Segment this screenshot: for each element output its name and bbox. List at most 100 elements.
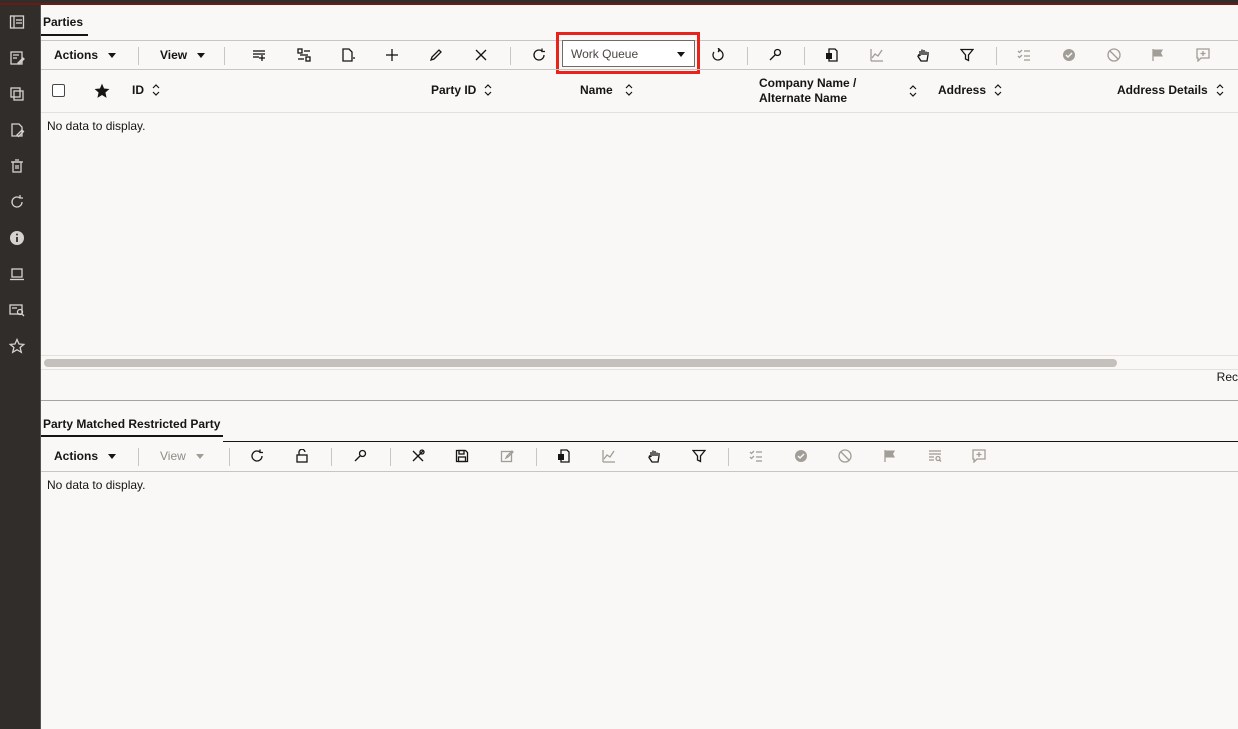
info-icon[interactable] xyxy=(8,229,26,247)
matched-title-underline xyxy=(41,435,223,437)
comment-add-icon[interactable] xyxy=(1193,41,1213,69)
add-icon[interactable] xyxy=(382,41,402,69)
actions-label: Actions xyxy=(54,48,99,62)
records-status-text: Rec xyxy=(1216,370,1238,384)
approve-icon[interactable] xyxy=(1059,41,1079,69)
reject-icon[interactable] xyxy=(835,442,855,470)
sort-icon[interactable] xyxy=(1216,84,1224,96)
checklist-icon[interactable] xyxy=(1014,41,1034,69)
reject-icon[interactable] xyxy=(1104,41,1124,69)
column-header-address-details[interactable]: Address Details xyxy=(1117,83,1224,97)
chevron-down-icon xyxy=(197,52,206,58)
actions-label: Actions xyxy=(54,449,99,463)
toolbar-separator xyxy=(747,47,748,65)
document-edit-icon[interactable] xyxy=(8,121,26,139)
column-header-name[interactable]: Name xyxy=(580,83,633,97)
column-label: Name xyxy=(580,83,613,97)
laptop-icon[interactable] xyxy=(8,265,26,283)
actions-menu-button[interactable]: Actions xyxy=(54,41,117,69)
reload-icon[interactable] xyxy=(708,41,728,69)
filter-icon[interactable] xyxy=(957,41,977,69)
dashboard-icon[interactable] xyxy=(8,13,26,31)
matched-view-menu-button[interactable]: View xyxy=(160,442,204,470)
column-header-company-name[interactable]: Company Name / Alternate Name xyxy=(759,76,917,106)
refresh-icon[interactable] xyxy=(529,41,549,69)
favorite-star-icon[interactable] xyxy=(92,77,112,105)
table-bottom-border xyxy=(41,355,1238,356)
toolbar-separator xyxy=(728,448,729,466)
matched-empty-message: No data to display. xyxy=(47,478,146,492)
column-header-address[interactable]: Address xyxy=(938,83,1002,97)
comment-add-icon[interactable] xyxy=(969,442,989,470)
add-row-icon[interactable] xyxy=(249,41,269,69)
export-excel-icon[interactable] xyxy=(822,41,842,69)
chevron-down-icon xyxy=(108,453,117,459)
select-all-checkbox[interactable] xyxy=(52,84,65,97)
sort-icon[interactable] xyxy=(625,84,633,96)
column-header-party-id[interactable]: Party ID xyxy=(431,83,492,97)
flag-icon[interactable] xyxy=(880,442,900,470)
search-list-icon[interactable] xyxy=(925,442,945,470)
export-document-icon[interactable] xyxy=(338,41,358,69)
flag-icon[interactable] xyxy=(1148,41,1168,69)
trash-icon[interactable] xyxy=(8,157,26,175)
toolbar-separator xyxy=(138,448,139,466)
horizontal-scrollbar[interactable] xyxy=(44,359,1117,367)
wrench-icon[interactable] xyxy=(350,442,370,470)
work-queue-select[interactable]: Work Queue xyxy=(562,40,695,67)
chevron-down-icon xyxy=(195,453,204,459)
matched-actions-menu-button[interactable]: Actions xyxy=(54,442,117,470)
column-label: ID xyxy=(132,83,144,97)
toolbar-separator xyxy=(996,47,997,65)
chart-icon[interactable] xyxy=(599,442,619,470)
matched-title: Party Matched Restricted Party xyxy=(43,417,221,431)
toolbar-separator xyxy=(224,47,225,65)
column-header-id[interactable]: ID xyxy=(132,83,160,97)
toolbar-separator xyxy=(390,448,391,466)
checklist-icon[interactable] xyxy=(746,442,766,470)
sort-icon[interactable] xyxy=(994,84,1002,96)
sort-icon[interactable] xyxy=(152,84,160,96)
toolbar-separator xyxy=(510,47,511,65)
panel-splitter[interactable] xyxy=(41,400,1238,401)
parties-empty-message: No data to display. xyxy=(47,119,146,133)
work-queue-value: Work Queue xyxy=(571,46,639,61)
wrench-icon[interactable] xyxy=(765,41,785,69)
edit-icon[interactable] xyxy=(497,442,517,470)
filter-icon[interactable] xyxy=(689,442,709,470)
chart-icon[interactable] xyxy=(867,41,887,69)
hand-icon[interactable] xyxy=(913,41,933,69)
refresh-icon[interactable] xyxy=(8,193,26,211)
approve-icon[interactable] xyxy=(791,442,811,470)
form-edit-icon[interactable] xyxy=(8,49,26,67)
matched-toolbar-bottom-border xyxy=(41,471,1238,472)
view-label: View xyxy=(160,449,186,463)
toolbar-separator xyxy=(138,47,139,65)
close-icon[interactable] xyxy=(471,41,491,69)
star-icon[interactable] xyxy=(8,337,26,355)
search-list-icon[interactable] xyxy=(8,301,26,319)
scrollbar-bottom-border xyxy=(41,369,1238,370)
toolbar-separator xyxy=(804,47,805,65)
column-label-stack: Company Name / Alternate Name xyxy=(759,76,856,106)
column-label: Party ID xyxy=(431,83,477,97)
tools-icon[interactable] xyxy=(408,442,428,470)
unlock-icon[interactable] xyxy=(292,442,312,470)
toolbar-separator xyxy=(536,448,537,466)
parties-toolbar-right xyxy=(701,41,1238,69)
sort-icon[interactable] xyxy=(909,85,917,97)
hand-icon[interactable] xyxy=(644,442,664,470)
refresh-icon[interactable] xyxy=(247,442,267,470)
chevron-down-icon xyxy=(677,52,685,57)
column-label-line-1: Company Name / xyxy=(759,76,857,90)
query-by-example-icon[interactable] xyxy=(294,41,314,69)
parties-toolbar-bottom-border xyxy=(41,69,1238,70)
view-menu-button[interactable]: View xyxy=(160,41,206,69)
copy-icon[interactable] xyxy=(8,85,26,103)
edit-pencil-icon[interactable] xyxy=(426,41,446,69)
save-icon[interactable] xyxy=(452,442,472,470)
export-excel-icon[interactable] xyxy=(554,442,574,470)
header-bottom-border xyxy=(41,112,1238,113)
sort-icon[interactable] xyxy=(484,84,492,96)
column-label-line-2: Alternate Name xyxy=(759,91,848,105)
